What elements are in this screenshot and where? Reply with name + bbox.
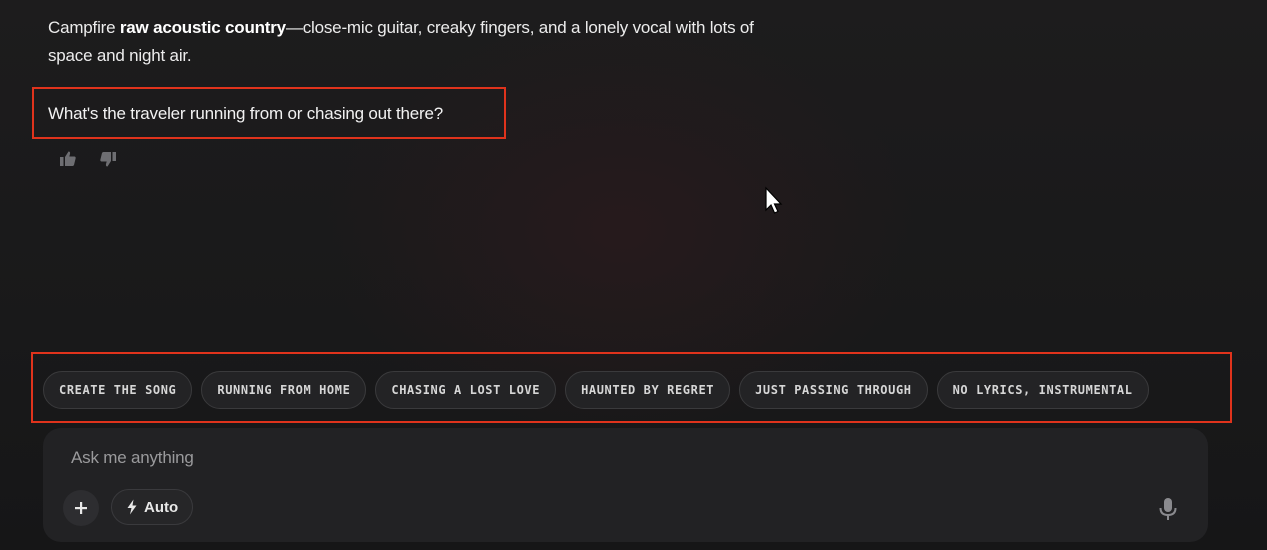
suggestion-chip[interactable]: CREATE THE SONG — [43, 371, 193, 409]
message-composer[interactable]: Ask me anything Auto — [43, 428, 1208, 542]
add-attachment-button[interactable] — [63, 490, 99, 526]
assistant-question: What's the traveler running from or chas… — [48, 104, 443, 123]
mouse-pointer-icon — [764, 186, 784, 216]
suggestion-chip[interactable]: NO LYRICS, INSTRUMENTAL — [936, 371, 1149, 409]
assistant-message: Campfire raw acoustic country—close-mic … — [48, 14, 768, 70]
thumbs-up-icon[interactable] — [58, 149, 78, 169]
thumbs-down-icon[interactable] — [98, 149, 118, 169]
suggestion-chips: CREATE THE SONG RUNNING FROM HOME CHASIN… — [43, 371, 1213, 411]
mode-label: Auto — [144, 498, 179, 516]
message-genre: raw acoustic country — [119, 18, 286, 37]
chat-input[interactable]: Ask me anything — [71, 448, 194, 468]
lightning-icon — [127, 499, 137, 515]
feedback-buttons — [58, 149, 118, 169]
suggestion-chip[interactable]: HAUNTED BY REGRET — [565, 371, 731, 409]
mode-button[interactable]: Auto — [111, 489, 194, 525]
plus-icon — [75, 502, 87, 514]
chat-view: Campfire raw acoustic country—close-mic … — [0, 0, 1267, 550]
microphone-icon[interactable] — [1157, 496, 1179, 522]
message-prefix: Campfire — [48, 18, 120, 37]
suggestion-chip[interactable]: CHASING A LOST LOVE — [375, 371, 557, 409]
suggestion-chip[interactable]: JUST PASSING THROUGH — [739, 371, 928, 409]
suggestion-chip[interactable]: RUNNING FROM HOME — [201, 371, 367, 409]
